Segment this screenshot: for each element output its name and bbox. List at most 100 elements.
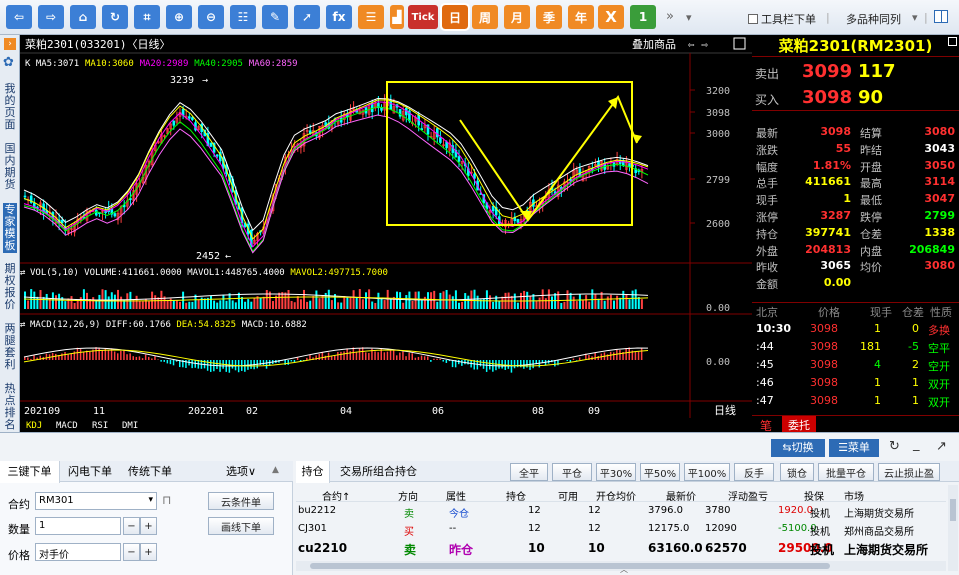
- cursor-icon[interactable]: ➚: [294, 5, 320, 29]
- home-icon[interactable]: ⌂: [70, 5, 96, 29]
- period-day-button[interactable]: 日: [440, 3, 470, 31]
- sidebar-item-expert-template[interactable]: 专家模板: [3, 203, 17, 253]
- quantity-input[interactable]: 1: [35, 517, 121, 535]
- x-button[interactable]: X: [598, 5, 624, 29]
- macd-bar: [194, 360, 196, 368]
- one-button[interactable]: 1: [630, 5, 656, 29]
- macd-swap-icon[interactable]: ⇄: [20, 320, 26, 330]
- action-button-8[interactable]: 云止损止盈: [878, 463, 940, 481]
- crop-icon[interactable]: ⌗: [134, 5, 160, 29]
- lock-icon[interactable]: ⊓: [162, 493, 171, 507]
- sidebar-item-option-quotes[interactable]: 期权报价: [3, 263, 17, 311]
- action-button-0[interactable]: 全平: [510, 463, 548, 481]
- period-month-button[interactable]: 月: [504, 5, 530, 29]
- grid-layout-icon[interactable]: [733, 37, 746, 50]
- action-button-1[interactable]: 平仓: [552, 463, 592, 481]
- indicator-tab-kdj[interactable]: KDJ: [26, 421, 42, 431]
- multi-variety-select[interactable]: 多品种同列: [846, 11, 901, 27]
- popout-icon[interactable]: ↗: [936, 439, 947, 454]
- position-row[interactable]: cu2210 卖昨仓 10 10 63160.0 62570 29500.0 投机 上海期货交易…: [296, 539, 946, 557]
- action-button-7[interactable]: 批量平仓: [818, 463, 874, 481]
- positions-header-cell[interactable]: 浮动盈亏: [728, 488, 768, 503]
- sell-price[interactable]: 3099: [802, 61, 852, 82]
- positions-header-cell[interactable]: 最新价: [666, 488, 696, 503]
- toolbar-order-checkbox[interactable]: 工具栏下单: [748, 11, 816, 27]
- prev-arrow-icon[interactable]: ⇦ ⇨: [688, 38, 708, 51]
- maximize-icon[interactable]: [948, 37, 957, 46]
- price-minus-button[interactable]: −: [123, 543, 140, 561]
- tab-three-key-order[interactable]: 三键下单: [0, 461, 60, 483]
- expand-chevron-icon[interactable]: ︿: [620, 564, 628, 575]
- zoom-in-icon[interactable]: ⊕: [166, 5, 192, 29]
- chart-icon[interactable]: ▟: [390, 5, 404, 29]
- action-button-5[interactable]: 反手: [734, 463, 774, 481]
- kline-chart-area[interactable]: 菜粕2301(033201)〈日线〉 叠加商品 ⇦ ⇨ K MA5:3071 MA…: [20, 35, 752, 432]
- tab-positions[interactable]: 持仓: [296, 461, 330, 483]
- position-row[interactable]: CJ301 买 -- 12 12 12175.0 12090 -5100.0 投机 郑州商品交易所: [296, 521, 946, 539]
- period-week-button[interactable]: 周: [472, 5, 498, 29]
- more-dropdown-icon[interactable]: ▾: [686, 11, 692, 24]
- positions-header-cell[interactable]: 方向: [398, 488, 418, 503]
- cloud-condition-order-button[interactable]: 云条件单: [208, 492, 274, 510]
- multi-variety-dropdown-icon[interactable]: ▾: [912, 11, 918, 24]
- line-order-button[interactable]: 画线下单: [208, 517, 274, 535]
- action-button-6[interactable]: 锁仓: [780, 463, 814, 481]
- period-year-button[interactable]: 年: [568, 5, 594, 29]
- sidebar-item-spread-arbitrage[interactable]: 两腿套利: [3, 323, 17, 371]
- expand-icon[interactable]: ›: [4, 38, 16, 50]
- tab-traditional-order[interactable]: 传统下单: [120, 461, 180, 482]
- forward-arrow-icon[interactable]: ⇨: [38, 5, 64, 29]
- volume-bar: [188, 301, 191, 309]
- positions-header-cell[interactable]: 持仓: [506, 488, 526, 503]
- list-icon[interactable]: ☰: [358, 5, 384, 29]
- zoom-out-icon[interactable]: ⊖: [198, 5, 224, 29]
- positions-header-cell[interactable]: 可用: [558, 488, 578, 503]
- switch-button[interactable]: ⇆切换: [771, 439, 825, 457]
- positions-header-cell[interactable]: 合约↑: [322, 488, 350, 503]
- contract-select[interactable]: RM301 ▾: [35, 492, 157, 510]
- layout-icon[interactable]: [934, 10, 948, 23]
- positions-header-cell[interactable]: 属性: [446, 488, 466, 503]
- action-button-3[interactable]: 平50%: [640, 463, 680, 481]
- quantity-plus-button[interactable]: +: [140, 517, 157, 535]
- menu-button[interactable]: ☰菜单: [829, 439, 879, 457]
- annotation-box[interactable]: [386, 81, 633, 226]
- positions-header-cell[interactable]: 开仓均价: [596, 488, 636, 503]
- position-row[interactable]: bu2212 卖 今仓 12 12 3796.0 3780 1920.0 投机 上海期货交易所: [296, 503, 946, 521]
- draw-icon[interactable]: ✎: [262, 5, 288, 29]
- vol-swap-icon[interactable]: ⇄: [20, 268, 26, 278]
- period-quarter-button[interactable]: 季: [536, 5, 562, 29]
- indicator-tab-dmi[interactable]: DMI: [122, 421, 138, 431]
- action-button-2[interactable]: 平30%: [596, 463, 636, 481]
- sidebar-item-hot-ranking[interactable]: 热点排名: [3, 383, 17, 431]
- formula-icon[interactable]: ☷: [230, 5, 256, 29]
- back-arrow-icon[interactable]: ⇦: [6, 5, 32, 29]
- positions-header-cell[interactable]: 投保: [804, 488, 824, 503]
- volume-bar: [51, 292, 54, 309]
- price-input[interactable]: 对手价: [35, 543, 121, 561]
- options-dropdown[interactable]: 选项∨: [226, 461, 274, 482]
- macd-bar: [355, 351, 358, 360]
- tick-button[interactable]: Tick: [408, 5, 438, 29]
- minimize-icon[interactable]: _: [913, 437, 920, 452]
- buy-price[interactable]: 3098: [802, 87, 852, 108]
- tab-flash-order[interactable]: 闪电下单: [62, 461, 118, 482]
- quantity-minus-button[interactable]: −: [123, 517, 140, 535]
- tab-exchange-combo-positions[interactable]: 交易所组合持仓: [340, 461, 420, 482]
- action-button-4[interactable]: 平100%: [684, 463, 730, 481]
- refresh-icon[interactable]: ↻: [102, 5, 128, 29]
- chart-svg[interactable]: 菜粕2301(033201)〈日线〉 叠加商品 ⇦ ⇨ K MA5:3071 MA…: [20, 35, 752, 432]
- indicator-tab-macd[interactable]: MACD: [56, 421, 78, 431]
- price-plus-button[interactable]: +: [140, 543, 157, 561]
- indicator-tab-rsi[interactable]: RSI: [92, 421, 108, 431]
- positions-header-cell[interactable]: 市场: [844, 488, 864, 503]
- settings-gear-icon[interactable]: ✿: [3, 55, 14, 70]
- collapse-icon[interactable]: ▲: [272, 465, 279, 475]
- overlay-commodity-button[interactable]: 叠加商品: [632, 37, 676, 51]
- fx-icon[interactable]: fx: [326, 5, 352, 29]
- sidebar-item-domestic-futures[interactable]: 国内期货: [3, 143, 17, 191]
- sidebar-item-my-page[interactable]: 我的页面: [3, 83, 17, 131]
- refresh-icon[interactable]: ↻: [889, 439, 900, 454]
- vertical-scrollbar[interactable]: [948, 485, 958, 571]
- more-button[interactable]: »: [666, 9, 674, 24]
